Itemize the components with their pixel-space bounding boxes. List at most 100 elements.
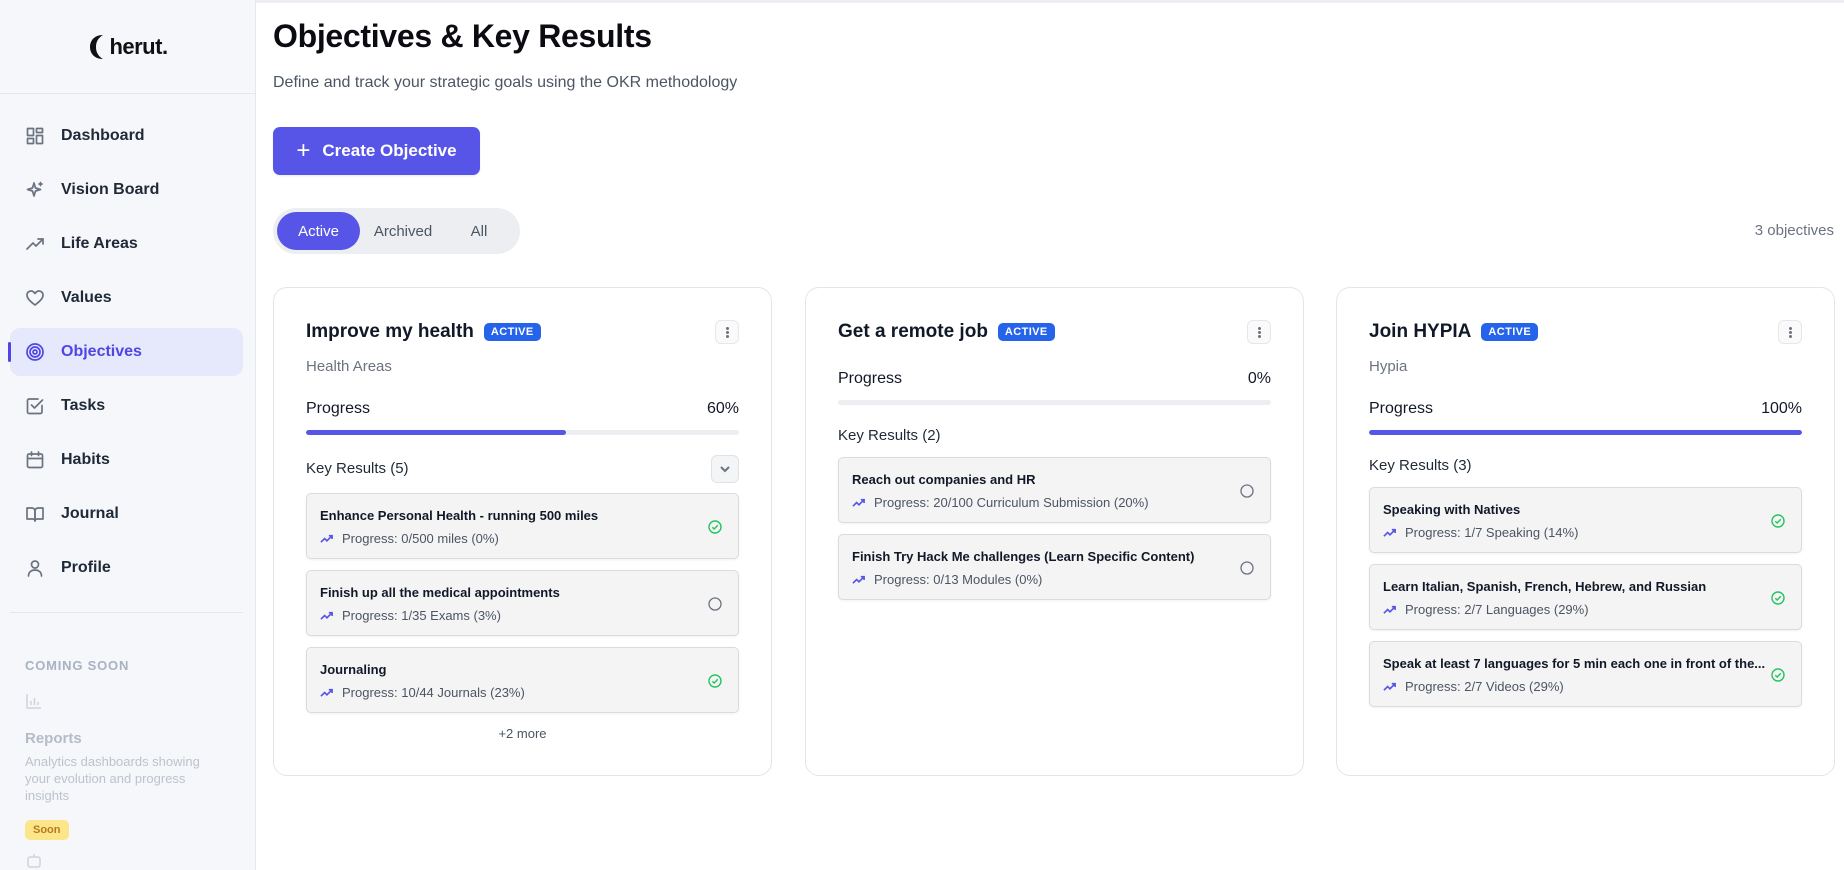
key-result-item[interactable]: Enhance Personal Health - running 500 mi… — [306, 493, 739, 559]
objective-title: Improve my health — [306, 321, 474, 342]
logo-mark-icon — [90, 34, 104, 59]
top-border — [0, 0, 1844, 3]
key-result-progress: Progress: 1/7 Speaking (14%) — [1383, 525, 1578, 540]
more-options-button[interactable] — [1247, 320, 1271, 344]
key-result-item[interactable]: Speaking with Natives Progress: 1/7 Spea… — [1369, 487, 1802, 553]
sidebar-item-values[interactable]: Values — [10, 274, 243, 322]
trending-up-icon — [852, 575, 865, 584]
key-result-progress-text: Progress: 2/7 Languages (29%) — [1405, 602, 1589, 617]
key-result-progress-text: Progress: 0/500 miles (0%) — [342, 531, 499, 546]
app-root: herut. Dashboard Vision Board Life Areas… — [0, 0, 1844, 870]
chevron-down-icon — [720, 466, 730, 473]
check-circle-icon[interactable] — [1771, 591, 1785, 605]
sidebar-item-vision-board[interactable]: Vision Board — [10, 166, 243, 214]
status-badge: ACTIVE — [997, 323, 1055, 341]
user-icon — [25, 558, 45, 578]
objective-card[interactable]: Improve my health ACTIVE Health Areas Pr… — [273, 287, 772, 776]
sidebar-item-profile[interactable]: Profile — [10, 544, 243, 592]
filter-all[interactable]: All — [446, 212, 512, 250]
check-circle-icon[interactable] — [708, 520, 722, 534]
trending-up-icon — [1383, 528, 1396, 537]
key-result-item[interactable]: Speak at least 7 languages for 5 min eac… — [1369, 641, 1802, 707]
bar-chart-icon — [25, 692, 43, 710]
book-open-icon — [25, 504, 45, 524]
coming-soon-heading: COMING SOON — [25, 658, 130, 673]
trending-up-icon — [320, 688, 333, 697]
sidebar: herut. Dashboard Vision Board Life Areas… — [0, 0, 256, 870]
calendar-icon — [25, 450, 45, 470]
progress-label: Progress — [306, 400, 371, 417]
filter-active[interactable]: Active — [277, 212, 360, 250]
progress-bar — [1369, 430, 1802, 435]
key-result-item[interactable]: Reach out companies and HR Progress: 20/… — [838, 457, 1271, 523]
sidebar-item-label: Tasks — [61, 397, 106, 414]
circle-icon[interactable] — [708, 597, 722, 611]
key-result-title: Journaling — [320, 662, 387, 677]
key-result-progress-text: Progress: 10/44 Journals (23%) — [342, 685, 525, 700]
card-header: Improve my health ACTIVE — [306, 321, 541, 343]
key-result-progress: Progress: 10/44 Journals (23%) — [320, 685, 525, 700]
sidebar-item-label: Dashboard — [61, 127, 145, 144]
more-vertical-icon — [725, 326, 729, 339]
sidebar-item-dashboard[interactable]: Dashboard — [10, 112, 243, 160]
key-result-title: Enhance Personal Health - running 500 mi… — [320, 508, 599, 523]
key-result-progress-text: Progress: 1/7 Speaking (14%) — [1405, 525, 1579, 540]
key-result-progress-text: Progress: 0/13 Modules (0%) — [874, 572, 1043, 587]
create-objective-label: Create Objective — [322, 141, 457, 160]
key-result-progress-text: Progress: 20/100 Curriculum Submission (… — [874, 495, 1149, 510]
key-result-item[interactable]: Finish up all the medical appointments P… — [306, 570, 739, 636]
progress-label: Progress — [1369, 400, 1434, 417]
progress-label: Progress — [838, 370, 903, 387]
key-result-item[interactable]: Journaling Progress: 10/44 Journals (23%… — [306, 647, 739, 713]
progress-value: 60% — [706, 400, 739, 417]
key-results-heading: Key Results (5) — [306, 460, 409, 477]
bot-icon — [25, 852, 43, 870]
key-result-title: Finish up all the medical appointments — [320, 585, 560, 600]
heart-icon — [25, 288, 45, 308]
sidebar-item-tasks[interactable]: Tasks — [10, 382, 243, 430]
objective-card[interactable]: Get a remote job ACTIVE Progress 0% Key … — [805, 287, 1304, 776]
key-result-progress: Progress: 2/7 Languages (29%) — [1383, 602, 1589, 617]
key-result-title: Speak at least 7 languages for 5 min eac… — [1383, 656, 1766, 671]
filter-archived[interactable]: Archived — [360, 212, 446, 250]
trending-up-icon — [1383, 682, 1396, 691]
collapse-toggle[interactable] — [711, 455, 739, 483]
trending-up-icon — [852, 498, 865, 507]
more-key-results-link[interactable]: +2 more — [274, 726, 771, 741]
key-result-progress: Progress: 0/500 miles (0%) — [320, 531, 499, 546]
status-badge: ACTIVE — [1481, 323, 1539, 341]
sidebar-item-habits[interactable]: Habits — [10, 436, 243, 484]
objective-count: 3 objectives — [1754, 222, 1834, 239]
key-result-item[interactable]: Learn Italian, Spanish, French, Hebrew, … — [1369, 564, 1802, 630]
sidebar-item-journal[interactable]: Journal — [10, 490, 243, 538]
trending-up-icon — [320, 534, 333, 543]
card-header: Join HYPIA ACTIVE — [1369, 321, 1539, 343]
more-options-button[interactable] — [715, 320, 739, 344]
objective-card[interactable]: Join HYPIA ACTIVE Hypia Progress 100% Ke… — [1336, 287, 1835, 776]
status-badge: ACTIVE — [483, 323, 541, 341]
sidebar-item-life-areas[interactable]: Life Areas — [10, 220, 243, 268]
more-vertical-icon — [1788, 326, 1792, 339]
progress-bar — [838, 400, 1271, 405]
check-circle-icon[interactable] — [1771, 668, 1785, 682]
check-circle-icon[interactable] — [1771, 514, 1785, 528]
card-header: Get a remote job ACTIVE — [838, 321, 1055, 343]
circle-icon[interactable] — [1240, 484, 1254, 498]
brand-logo[interactable]: herut. — [0, 0, 256, 94]
more-options-button[interactable] — [1778, 320, 1802, 344]
key-results-heading: Key Results (2) — [838, 427, 941, 444]
create-objective-button[interactable]: + Create Objective — [273, 127, 480, 175]
objective-title: Join HYPIA — [1369, 321, 1472, 342]
key-results-heading: Key Results (3) — [1369, 457, 1472, 474]
progress-bar — [306, 430, 739, 435]
check-circle-icon[interactable] — [708, 674, 722, 688]
key-result-item[interactable]: Finish Try Hack Me challenges (Learn Spe… — [838, 534, 1271, 600]
sidebar-item-label: Vision Board — [61, 181, 160, 198]
sidebar-item-objectives[interactable]: Objectives — [8, 328, 243, 376]
sidebar-item-label: Profile — [61, 559, 111, 576]
trending-up-icon — [320, 611, 333, 620]
circle-icon[interactable] — [1240, 561, 1254, 575]
sidebar-item-label: Life Areas — [61, 235, 138, 252]
sparkles-icon — [25, 180, 45, 200]
trending-up-icon — [1383, 605, 1396, 614]
